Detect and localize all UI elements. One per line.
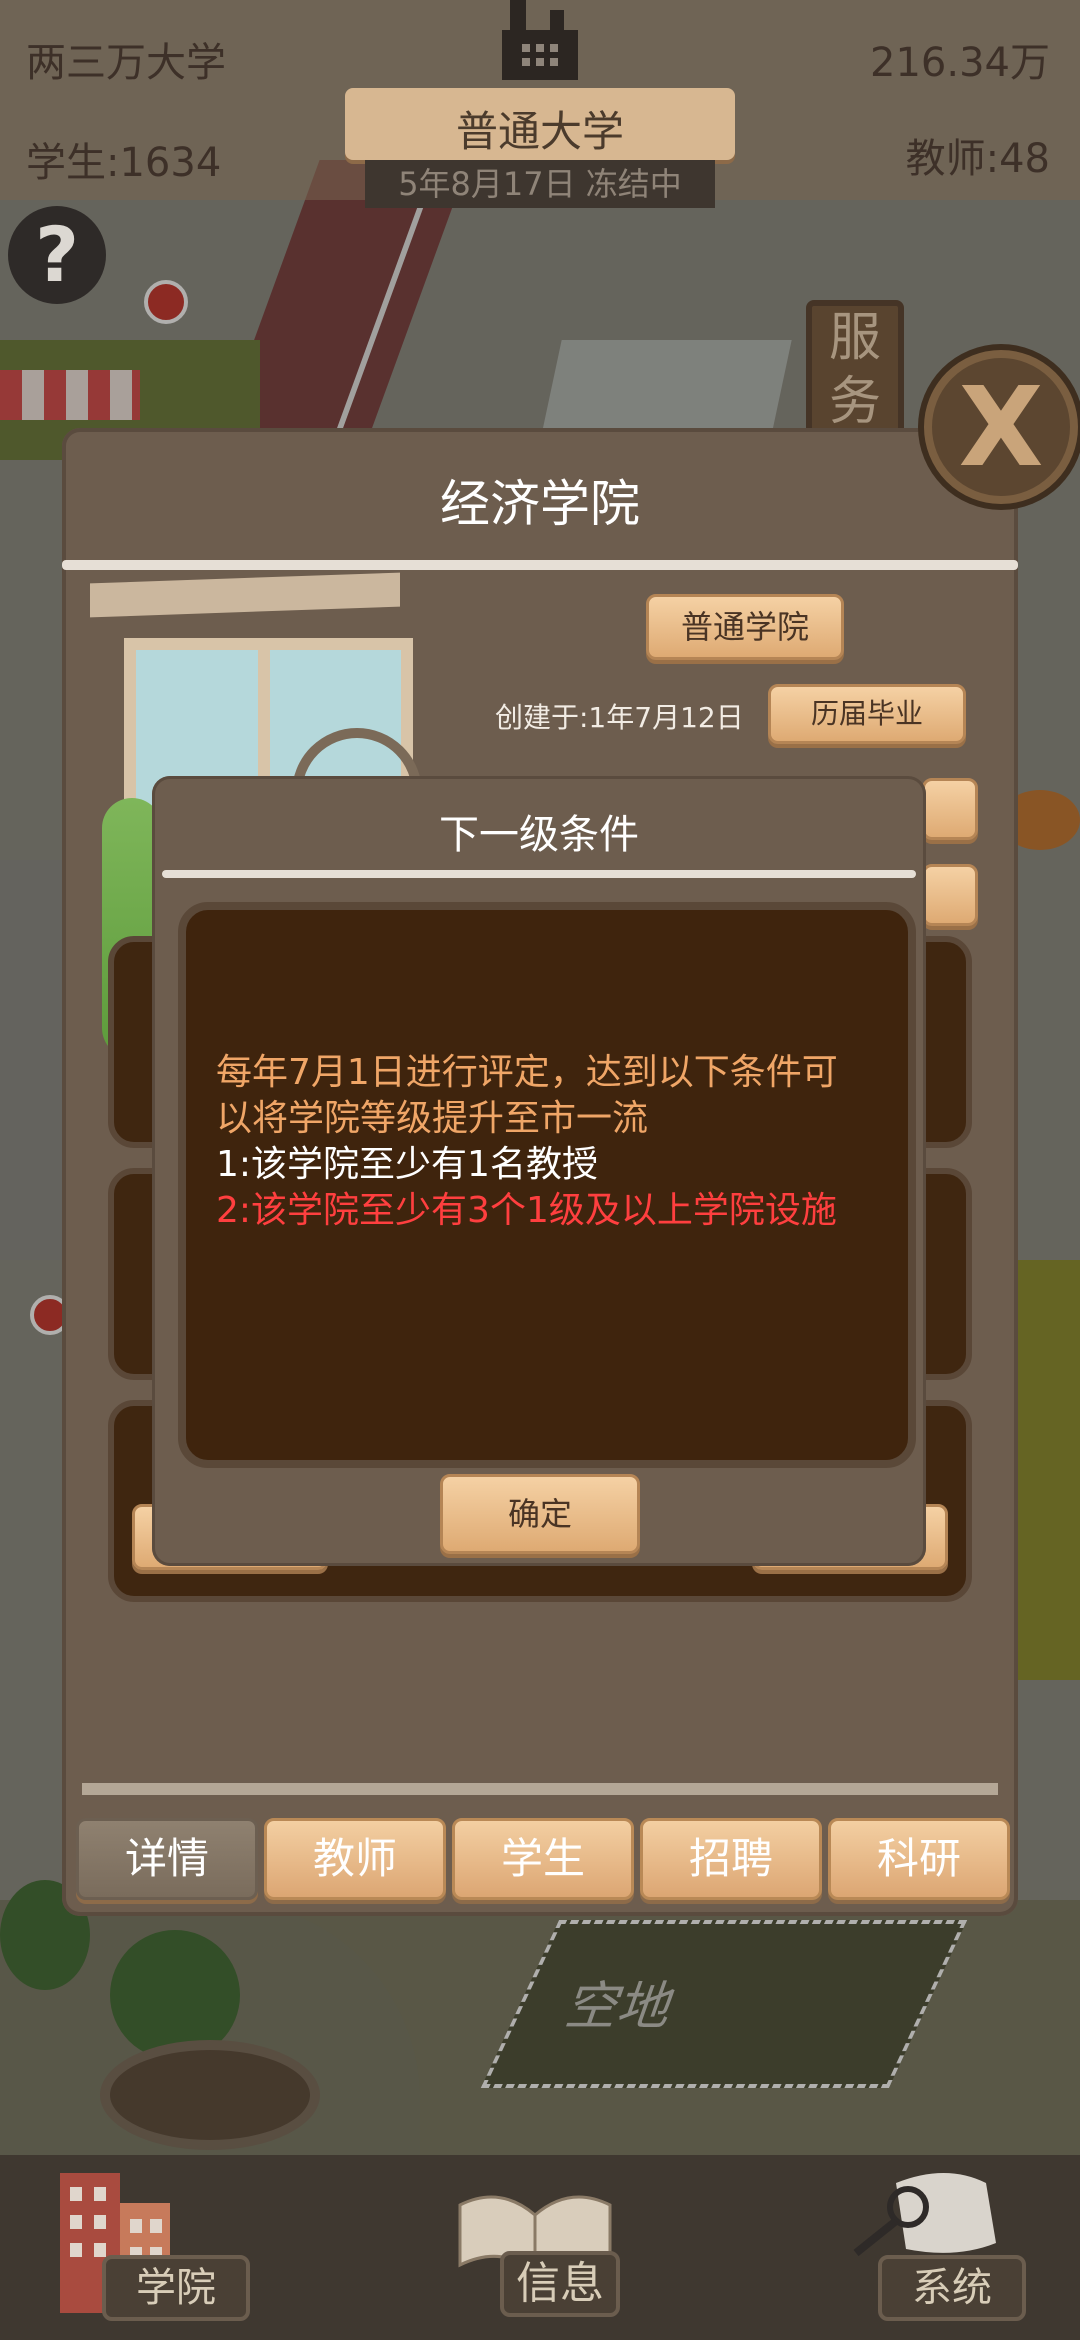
panel-button-partial[interactable] [922,864,978,926]
school-building-icon [492,0,588,80]
conditions-text: 每年7月1日进行评定，达到以下条件可以将学院等级提升至市一流 1:该学院至少有1… [216,1050,866,1234]
university-name: 两三万大学 [26,40,226,86]
modal-title: 下一级条件 [439,812,639,858]
close-icon: X [958,363,1044,491]
teacher-count: 教师:48 [905,136,1050,182]
close-button[interactable]: X [924,350,1078,504]
tab-recruit[interactable]: 招聘 [640,1818,822,1900]
tab-teachers[interactable]: 教师 [264,1818,446,1900]
top-hud: 两三万大学 216.34万 学生:1634 教师:48 普通大学 5年8月17日… [0,0,1080,208]
evaluation-note: 每年7月1日进行评定，达到以下条件可以将学院等级提升至市一流 [216,1052,838,1139]
founded-date: 创建于:1年7月12日 [495,701,744,734]
window-top-beam [90,572,400,618]
tab-details[interactable]: 详情 [76,1818,258,1900]
conditions-box: 每年7月1日进行评定，达到以下条件可以将学院等级提升至市一流 1:该学院至少有1… [178,902,916,1468]
modal-divider [162,870,916,878]
level-badge[interactable]: 普通学院 [646,594,844,660]
nav-info[interactable]: 信息 [500,2251,620,2317]
nav-system[interactable]: 系统 [878,2255,1026,2321]
bottom-navigation: 学院 信息 系统 [0,2155,1080,2340]
money-display: 216.34万 [870,40,1050,86]
condition-facilities: 2:该学院至少有3个1级及以上学院设施 [216,1190,837,1231]
panel-title: 经济学院 [440,475,640,533]
help-icon: ? [34,210,80,299]
panel-button-partial[interactable] [922,778,978,840]
condition-professor: 1:该学院至少有1名教授 [216,1144,598,1185]
tab-students[interactable]: 学生 [452,1818,634,1900]
rank-banner: 普通大学 [345,88,735,160]
rank-title: 普通大学 [455,107,624,156]
student-count: 学生:1634 [26,140,222,186]
tab-research[interactable]: 科研 [828,1818,1010,1900]
title-divider [62,560,1018,570]
help-button[interactable]: ? [8,206,106,304]
nav-college[interactable]: 学院 [102,2255,250,2321]
graduates-history-button[interactable]: 历届毕业 [768,684,966,744]
next-level-modal: 下一级条件 每年7月1日进行评定，达到以下条件可以将学院等级提升至市一流 1:该… [152,776,926,1566]
date-status: 5年8月17日 冻结中 [365,160,715,208]
confirm-button[interactable]: 确定 [440,1474,640,1554]
panel-edge [82,1783,998,1795]
